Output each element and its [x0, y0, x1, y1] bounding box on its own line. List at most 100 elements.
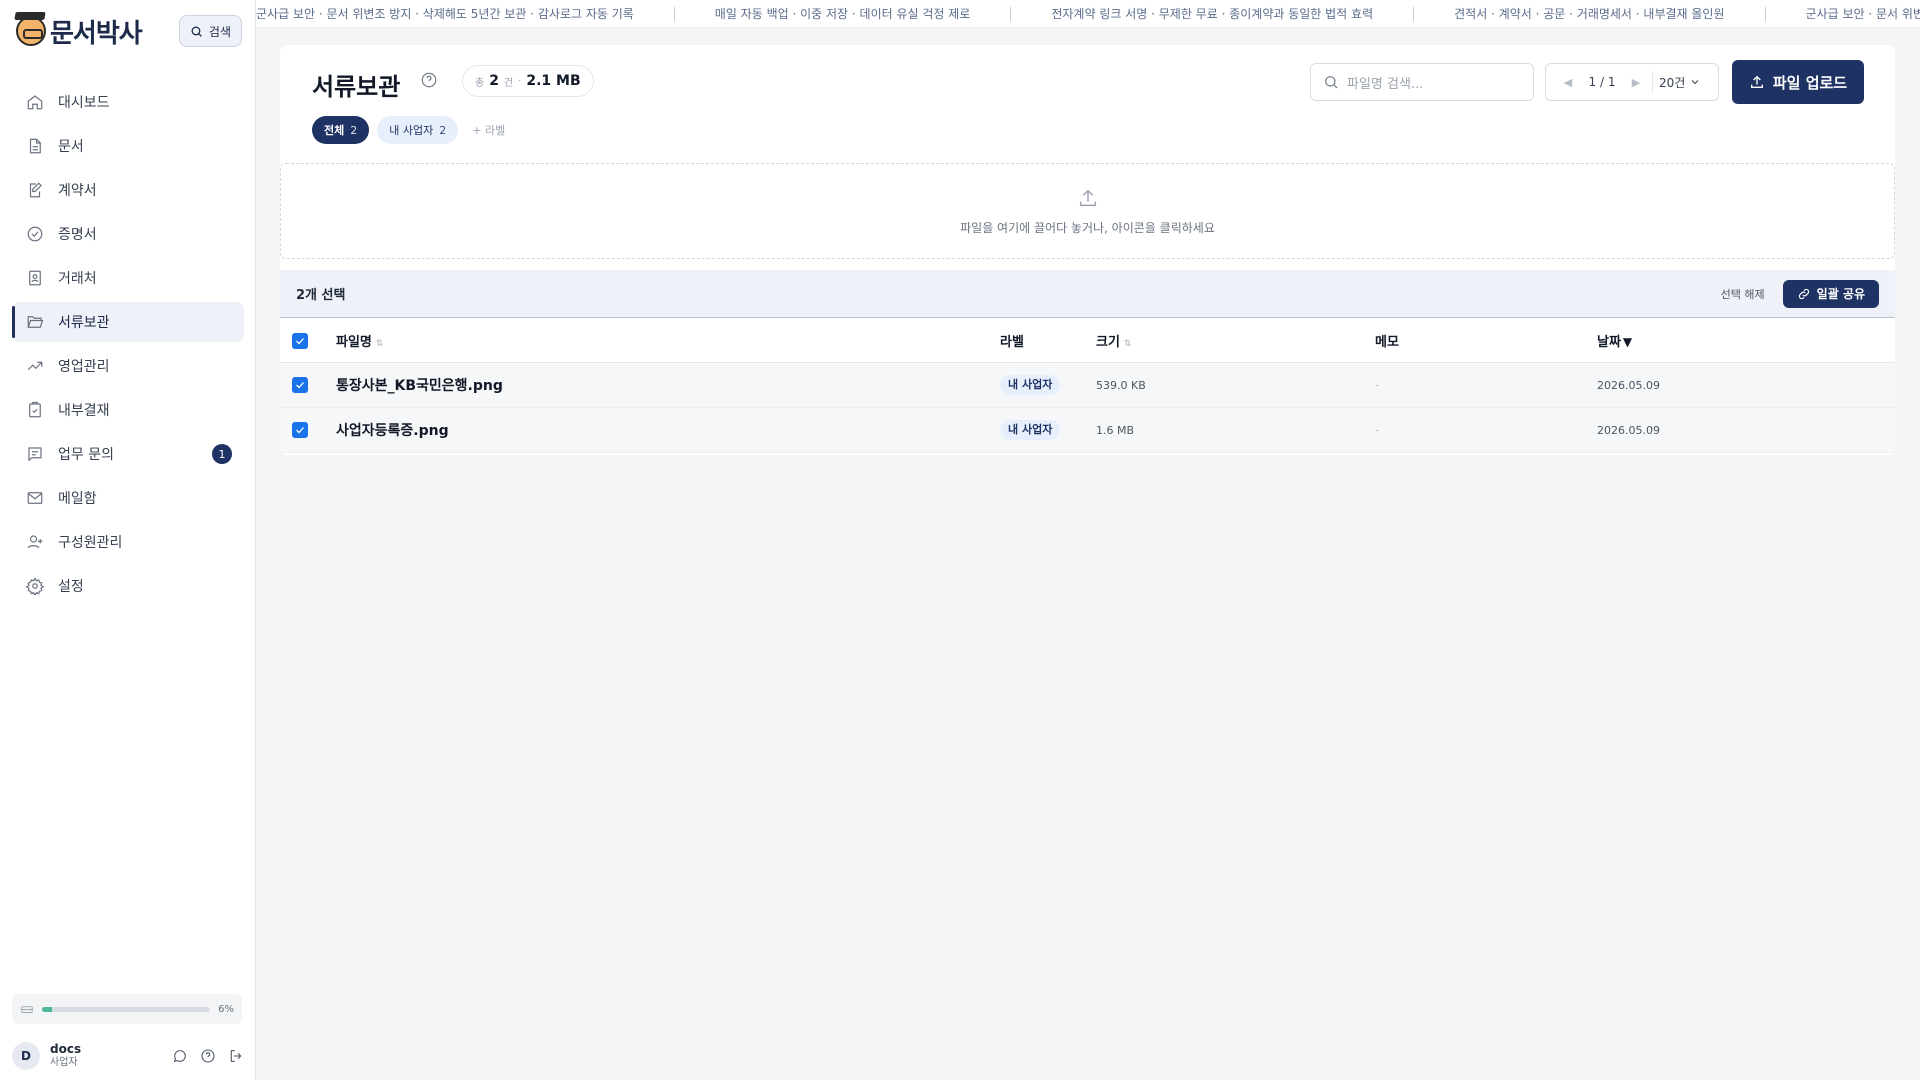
file-search-input[interactable]: 파일명 검색...	[1310, 63, 1534, 101]
table-header: 파일명 ⇅ 라벨 크기 ⇅ 메모 날짜 ▼	[280, 319, 1895, 363]
sidebar-item-sales[interactable]: 영업관리	[12, 346, 244, 386]
tab-label: 내 사업자	[389, 124, 434, 137]
upload-icon	[1750, 75, 1763, 88]
file-label-cell: 내 사업자	[1000, 420, 1096, 440]
sidebar-item-settings[interactable]: 설정	[12, 566, 244, 606]
column-title: 메모	[1375, 335, 1399, 350]
sidebar-item-certificates[interactable]: 증명서	[12, 214, 244, 254]
file-date: 2026.05.09	[1597, 423, 1660, 437]
row-select-cell	[280, 422, 336, 438]
total-size: 2.1 MB	[526, 73, 581, 89]
file-memo[interactable]: -	[1375, 423, 1597, 437]
user-role: 사업자	[50, 1057, 78, 1069]
page-title: 서류보관	[312, 73, 401, 101]
storage-usage: 6%	[12, 994, 242, 1024]
ticker-item: 전자계약 링크 서명 · 무제한 무료 · 종이계약과 동일한 법적 효력	[1051, 7, 1374, 21]
unread-badge: 1	[212, 444, 232, 464]
sidebar-item-mailbox[interactable]: 메일함	[12, 478, 244, 518]
user-actions	[172, 1048, 244, 1064]
file-table: 파일명 ⇅ 라벨 크기 ⇅ 메모 날짜 ▼ 통장사본_KB국민은행.png 내 사업자…	[280, 319, 1895, 453]
logout-icon[interactable]	[228, 1048, 244, 1064]
sidebar-item-inquiries[interactable]: 업무 문의 1	[12, 434, 244, 474]
search-button-label: 검색	[208, 24, 231, 39]
app-logo[interactable]: 문서박사	[16, 13, 143, 50]
selection-bar: 2개 선택 선택 해제 일괄 공유	[280, 270, 1895, 318]
tab-all[interactable]: 전체 2	[312, 116, 370, 144]
label-pill[interactable]: 내 사업자	[1000, 375, 1061, 395]
search-icon	[191, 26, 202, 37]
sidebar-item-approval[interactable]: 내부결재	[12, 390, 244, 430]
sidebar-item-clients[interactable]: 거래처	[12, 258, 244, 298]
tab-label: 전체	[324, 124, 345, 137]
ticker-item: 군사급 보안 · 문서 위변조 방지 · 삭제해도 5년간 보관 · 감사로그 …	[256, 7, 634, 21]
home-icon	[27, 95, 43, 110]
prev-page-button[interactable]: ◀	[1556, 76, 1580, 89]
page-size-select[interactable]: 20건	[1659, 74, 1701, 91]
column-header-label: 라벨	[1000, 331, 1096, 350]
file-size: 539.0 KB	[1096, 378, 1146, 392]
row-checkbox[interactable]	[292, 422, 308, 438]
help-circle-icon	[421, 72, 437, 88]
announcement-ticker: 군사급 보안 · 문서 위변조 방지 · 삭제해도 5년간 보관 · 감사로그 …	[256, 0, 1920, 28]
upload-file-button[interactable]: 파일 업로드	[1732, 60, 1864, 104]
avatar[interactable]: D	[12, 1042, 40, 1070]
sidebar-item-documents[interactable]: 문서	[12, 126, 244, 166]
file-name[interactable]: 통장사본_KB국민은행.png	[336, 375, 1000, 395]
upload-icon[interactable]	[1077, 187, 1099, 209]
file-memo[interactable]: -	[1375, 378, 1597, 392]
sidebar-item-dashboard[interactable]: 대시보드	[12, 82, 244, 122]
file-size: 1.6 MB	[1096, 423, 1135, 437]
global-search-button[interactable]: 검색	[178, 15, 242, 47]
sidebar-item-label: 문서	[58, 139, 84, 155]
page-indicator: 1 / 1	[1588, 75, 1616, 89]
clear-selection-button[interactable]: 선택 해제	[1721, 286, 1765, 302]
chevron-down-icon	[1691, 80, 1699, 85]
page-size-value: 20건	[1659, 75, 1686, 90]
sidebar-item-members[interactable]: 구성원관리	[12, 522, 244, 562]
document-icon	[29, 138, 41, 154]
pagination: ◀ 1 / 1 ▶ 20건	[1545, 63, 1719, 101]
selection-count: 2개 선택	[296, 288, 346, 303]
file-dropzone[interactable]: 파일을 여기에 끌어다 놓거나, 아이콘을 클릭하세요	[280, 163, 1895, 259]
label-filter-tabs: 전체 2 내 사업자 2 + 라벨	[312, 116, 511, 144]
hard-drive-icon	[21, 1006, 33, 1013]
label-pill[interactable]: 내 사업자	[1000, 420, 1061, 440]
next-page-button[interactable]: ▶	[1624, 76, 1648, 89]
sort-desc-icon: ▼	[1622, 335, 1633, 349]
check-circle-icon	[27, 226, 43, 242]
bulk-share-button[interactable]: 일괄 공유	[1782, 279, 1879, 308]
sidebar-item-label: 대시보드	[58, 95, 110, 111]
chat-bubble-icon[interactable]	[172, 1048, 188, 1064]
table-row[interactable]: 사업자등록증.png 내 사업자 1.6 MB - 2026.05.09	[280, 408, 1895, 453]
column-title: 라벨	[1000, 335, 1024, 350]
checkmark-icon	[296, 382, 304, 389]
column-header-date[interactable]: 날짜 ▼	[1597, 331, 1895, 350]
sidebar-item-archive[interactable]: 서류보관	[12, 302, 244, 342]
select-all-cell	[280, 332, 336, 349]
upload-button-label: 파일 업로드	[1772, 73, 1848, 92]
sidebar-item-contracts[interactable]: 계약서	[12, 170, 244, 210]
link-icon	[1798, 288, 1809, 299]
table-row[interactable]: 통장사본_KB국민은행.png 내 사업자 539.0 KB - 2026.05…	[280, 363, 1895, 408]
file-count-summary: 총 2 건 · 2.1 MB	[462, 65, 594, 97]
ticker-item: 군사급 보안 · 문서 위변조 방지	[1805, 7, 1920, 21]
column-header-name[interactable]: 파일명 ⇅	[336, 331, 1000, 350]
sort-icon: ⇅	[1123, 339, 1132, 349]
count-unit: 건	[503, 77, 514, 89]
help-button[interactable]	[420, 71, 438, 89]
mail-icon	[27, 492, 43, 504]
tab-count: 2	[350, 123, 358, 137]
clipboard-check-icon	[29, 401, 41, 418]
select-all-checkbox[interactable]	[292, 332, 308, 349]
ticker-item: 견적서 · 계약서 · 공문 · 거래명세서 · 내부결재 올인원	[1454, 7, 1725, 21]
sidebar-item-label: 설정	[58, 579, 84, 595]
column-header-size[interactable]: 크기 ⇅	[1096, 331, 1375, 350]
row-checkbox[interactable]	[292, 377, 308, 393]
user-plus-icon	[27, 535, 43, 549]
checkmark-icon	[296, 337, 304, 344]
file-name[interactable]: 사업자등록증.png	[336, 420, 1000, 440]
storage-percent: 6%	[218, 1003, 234, 1015]
help-circle-icon[interactable]	[200, 1048, 216, 1064]
tab-my-business[interactable]: 내 사업자 2	[377, 116, 459, 144]
add-label-button[interactable]: + 라벨	[466, 122, 511, 138]
